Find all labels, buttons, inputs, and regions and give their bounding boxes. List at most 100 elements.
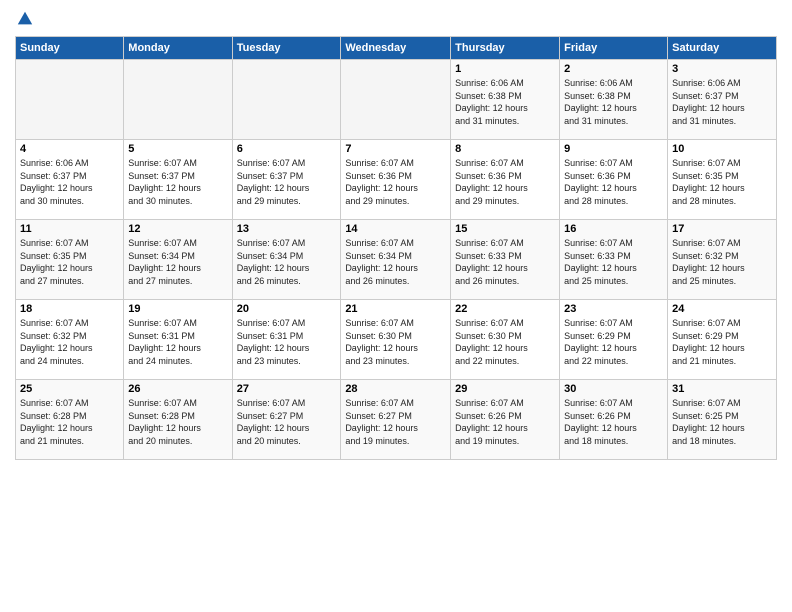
day-number: 8 [455, 143, 555, 155]
calendar-cell: 22 Sunrise: 6:07 AM Sunset: 6:30 PM Dayli… [451, 300, 560, 380]
weekday-header: Thursday [451, 37, 560, 60]
day-number: 2 [564, 63, 663, 75]
day-number: 21 [345, 303, 446, 315]
day-info: Sunrise: 6:07 AM Sunset: 6:26 PM Dayligh… [564, 397, 663, 447]
day-info: Sunrise: 6:06 AM Sunset: 6:37 PM Dayligh… [20, 157, 119, 207]
calendar-cell: 25Sunrise: 6:07 AM Sunset: 6:28 PM Dayli… [16, 380, 124, 460]
day-info: Sunrise: 6:06 AM Sunset: 6:37 PM Dayligh… [672, 77, 772, 127]
day-info: Sunrise: 6:07 AM Sunset: 6:34 PM Dayligh… [237, 237, 337, 287]
logo [15, 10, 35, 28]
day-number: 11 [20, 223, 119, 235]
calendar-week-row: 18 Sunrise: 6:07 AM Sunset: 6:32 PM Dayli… [16, 300, 777, 380]
calendar-week-row: 25 Sunrise: 6:07 AM Sunset: 6:28 PM Dayli… [16, 380, 777, 460]
calendar-cell: 12 Sunrise: 6:07 AM Sunset: 6:34 PM Dayli… [124, 220, 232, 300]
calendar-week-row: 11Sunrise: 6:07 AM Sunset: 6:35 PM Dayli… [16, 220, 777, 300]
day-info: Sunrise: 6:07 AM Sunset: 6:37 PM Dayligh… [237, 157, 337, 207]
day-number: 7 [345, 143, 446, 155]
day-info: Sunrise: 6:07 AM Sunset: 6:34 PM Dayligh… [128, 237, 227, 287]
day-info: Sunrise: 6:07 AM Sunset: 6:33 PM Dayligh… [455, 237, 555, 287]
weekday-header: Wednesday [341, 37, 451, 60]
day-number: 31 [672, 383, 772, 395]
day-info: Sunrise: 6:07 AM Sunset: 6:25 PM Dayligh… [672, 397, 772, 447]
day-number: 9 [564, 143, 663, 155]
day-number: 20 [237, 303, 337, 315]
day-info: Sunrise: 6:07 AM Sunset: 6:31 PM Dayligh… [128, 317, 227, 367]
calendar-cell: 29 Sunrise: 6:07 AM Sunset: 6:26 PM Dayli… [451, 380, 560, 460]
calendar-cell: 11Sunrise: 6:07 AM Sunset: 6:35 PM Dayli… [16, 220, 124, 300]
day-number: 19 [128, 303, 227, 315]
day-info: Sunrise: 6:07 AM Sunset: 6:35 PM Dayligh… [672, 157, 772, 207]
calendar-week-row: 1 Sunrise: 6:06 AM Sunset: 6:38 PM Daylig… [16, 60, 777, 140]
day-info: Sunrise: 6:07 AM Sunset: 6:27 PM Dayligh… [237, 397, 337, 447]
day-info: Sunrise: 6:07 AM Sunset: 6:26 PM Dayligh… [455, 397, 555, 447]
day-info: Sunrise: 6:07 AM Sunset: 6:34 PM Dayligh… [345, 237, 446, 287]
day-number: 30 [564, 383, 663, 395]
logo-icon [16, 10, 34, 28]
weekday-header: Tuesday [232, 37, 341, 60]
weekday-header: Friday [560, 37, 668, 60]
day-number: 18 [20, 303, 119, 315]
day-number: 26 [128, 383, 227, 395]
day-info: Sunrise: 6:07 AM Sunset: 6:30 PM Dayligh… [455, 317, 555, 367]
day-number: 3 [672, 63, 772, 75]
day-number: 22 [455, 303, 555, 315]
day-info: Sunrise: 6:07 AM Sunset: 6:28 PM Dayligh… [128, 397, 227, 447]
day-info: Sunrise: 6:07 AM Sunset: 6:33 PM Dayligh… [564, 237, 663, 287]
calendar-cell: 23 Sunrise: 6:07 AM Sunset: 6:29 PM Dayli… [560, 300, 668, 380]
day-number: 14 [345, 223, 446, 235]
day-number: 24 [672, 303, 772, 315]
calendar-cell: 17Sunrise: 6:07 AM Sunset: 6:32 PM Dayli… [668, 220, 777, 300]
calendar-table: SundayMondayTuesdayWednesdayThursdayFrid… [15, 36, 777, 460]
calendar-cell: 31 Sunrise: 6:07 AM Sunset: 6:25 PM Dayli… [668, 380, 777, 460]
calendar-cell: 27Sunrise: 6:07 AM Sunset: 6:27 PM Dayli… [232, 380, 341, 460]
calendar-cell: 5Sunrise: 6:07 AM Sunset: 6:37 PM Daylig… [124, 140, 232, 220]
day-info: Sunrise: 6:07 AM Sunset: 6:36 PM Dayligh… [564, 157, 663, 207]
calendar-cell: 20 Sunrise: 6:07 AM Sunset: 6:31 PM Dayli… [232, 300, 341, 380]
calendar-cell: 16 Sunrise: 6:07 AM Sunset: 6:33 PM Dayli… [560, 220, 668, 300]
weekday-header: Monday [124, 37, 232, 60]
calendar-cell: 21 Sunrise: 6:07 AM Sunset: 6:30 PM Dayli… [341, 300, 451, 380]
calendar-cell: 30 Sunrise: 6:07 AM Sunset: 6:26 PM Dayli… [560, 380, 668, 460]
day-number: 12 [128, 223, 227, 235]
day-info: Sunrise: 6:07 AM Sunset: 6:36 PM Dayligh… [455, 157, 555, 207]
page-container: SundayMondayTuesdayWednesdayThursdayFrid… [0, 0, 792, 470]
day-info: Sunrise: 6:07 AM Sunset: 6:29 PM Dayligh… [672, 317, 772, 367]
calendar-cell: 10 Sunrise: 6:07 AM Sunset: 6:35 PM Dayli… [668, 140, 777, 220]
day-number: 1 [455, 63, 555, 75]
calendar-header-row: SundayMondayTuesdayWednesdayThursdayFrid… [16, 37, 777, 60]
weekday-header: Sunday [16, 37, 124, 60]
day-number: 23 [564, 303, 663, 315]
calendar-cell: 6Sunrise: 6:07 AM Sunset: 6:37 PM Daylig… [232, 140, 341, 220]
day-info: Sunrise: 6:07 AM Sunset: 6:29 PM Dayligh… [564, 317, 663, 367]
calendar-cell: 18 Sunrise: 6:07 AM Sunset: 6:32 PM Dayli… [16, 300, 124, 380]
day-info: Sunrise: 6:07 AM Sunset: 6:31 PM Dayligh… [237, 317, 337, 367]
day-number: 13 [237, 223, 337, 235]
day-info: Sunrise: 6:07 AM Sunset: 6:27 PM Dayligh… [345, 397, 446, 447]
calendar-cell [232, 60, 341, 140]
day-number: 5 [128, 143, 227, 155]
day-info: Sunrise: 6:07 AM Sunset: 6:32 PM Dayligh… [20, 317, 119, 367]
day-info: Sunrise: 6:07 AM Sunset: 6:30 PM Dayligh… [345, 317, 446, 367]
day-number: 17 [672, 223, 772, 235]
day-number: 15 [455, 223, 555, 235]
page-header [15, 10, 777, 28]
day-number: 4 [20, 143, 119, 155]
day-number: 10 [672, 143, 772, 155]
calendar-cell: 28 Sunrise: 6:07 AM Sunset: 6:27 PM Dayli… [341, 380, 451, 460]
day-number: 25 [20, 383, 119, 395]
day-number: 16 [564, 223, 663, 235]
calendar-cell: 15 Sunrise: 6:07 AM Sunset: 6:33 PM Dayli… [451, 220, 560, 300]
calendar-cell: 4 Sunrise: 6:06 AM Sunset: 6:37 PM Daylig… [16, 140, 124, 220]
day-info: Sunrise: 6:06 AM Sunset: 6:38 PM Dayligh… [564, 77, 663, 127]
day-number: 29 [455, 383, 555, 395]
day-info: Sunrise: 6:07 AM Sunset: 6:36 PM Dayligh… [345, 157, 446, 207]
weekday-header: Saturday [668, 37, 777, 60]
calendar-cell: 8 Sunrise: 6:07 AM Sunset: 6:36 PM Daylig… [451, 140, 560, 220]
calendar-week-row: 4 Sunrise: 6:06 AM Sunset: 6:37 PM Daylig… [16, 140, 777, 220]
calendar-cell: 19 Sunrise: 6:07 AM Sunset: 6:31 PM Dayli… [124, 300, 232, 380]
calendar-cell [16, 60, 124, 140]
calendar-cell: 24 Sunrise: 6:07 AM Sunset: 6:29 PM Dayli… [668, 300, 777, 380]
calendar-cell: 26 Sunrise: 6:07 AM Sunset: 6:28 PM Dayli… [124, 380, 232, 460]
day-number: 28 [345, 383, 446, 395]
calendar-cell: 2 Sunrise: 6:06 AM Sunset: 6:38 PM Daylig… [560, 60, 668, 140]
